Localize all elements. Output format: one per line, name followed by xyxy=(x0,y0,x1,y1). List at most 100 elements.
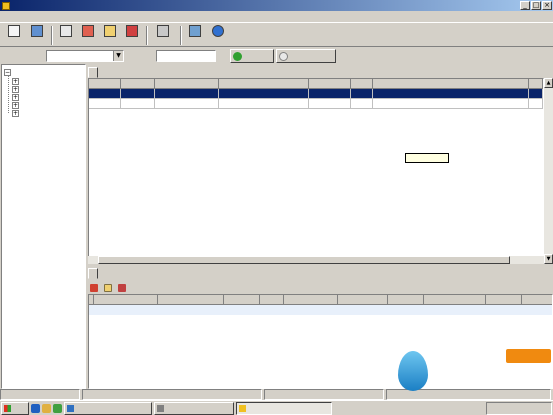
contracts-vertical-scrollbar[interactable]: ▲ ▼ xyxy=(544,78,553,264)
summary-query-button[interactable] xyxy=(276,49,336,63)
expand-icon[interactable]: + xyxy=(12,94,19,101)
add-icon xyxy=(90,283,98,292)
column-header[interactable] xyxy=(529,79,543,89)
toolbar-button-new[interactable] xyxy=(3,24,25,47)
toolbar-button-edit[interactable] xyxy=(99,24,121,47)
table-row[interactable] xyxy=(89,305,552,315)
column-header[interactable] xyxy=(224,295,260,305)
column-header[interactable] xyxy=(522,295,552,305)
column-header[interactable] xyxy=(158,295,224,305)
expand-icon[interactable]: + xyxy=(12,102,19,109)
payment-delete-button[interactable] xyxy=(118,283,128,292)
tree-item-2[interactable]: + xyxy=(12,85,21,93)
close-button[interactable]: × xyxy=(542,1,552,10)
cell-contract-name xyxy=(219,89,309,99)
expand-icon[interactable]: + xyxy=(12,86,19,93)
scroll-up-icon[interactable]: ▲ xyxy=(544,78,553,88)
cell-amount xyxy=(309,89,351,99)
toolbar-button-summary[interactable] xyxy=(184,24,206,47)
tree-item-3[interactable]: + xyxy=(12,93,21,101)
go-icon xyxy=(233,52,242,61)
folder-icon[interactable] xyxy=(42,403,51,413)
table-row[interactable] xyxy=(89,89,543,99)
query-icon xyxy=(82,25,94,37)
scroll-down-icon[interactable]: ▼ xyxy=(544,254,553,264)
cell-contract-id xyxy=(155,89,219,99)
toolbar-button-browse[interactable] xyxy=(26,24,48,47)
system-tray xyxy=(486,402,552,415)
table-row[interactable] xyxy=(89,99,543,109)
tree-item-4[interactable]: + xyxy=(12,101,21,109)
search-icon xyxy=(279,52,288,61)
taskbar-button[interactable] xyxy=(154,401,234,415)
column-header[interactable] xyxy=(219,79,309,89)
collapse-icon[interactable]: − xyxy=(4,69,11,76)
column-header[interactable] xyxy=(351,79,373,89)
category-tree: − + + + + + xyxy=(1,64,86,389)
column-header[interactable] xyxy=(121,79,155,89)
maximize-button[interactable]: □ xyxy=(531,1,541,10)
windows-logo-icon xyxy=(4,404,11,412)
contracts-grid-header xyxy=(89,79,543,89)
taskbar-button[interactable] xyxy=(64,401,152,415)
toolbar-separator xyxy=(180,26,182,45)
edit-icon xyxy=(104,25,116,37)
minimize-button[interactable]: _ xyxy=(520,1,530,10)
search-bar: ▼ xyxy=(0,47,553,64)
column-header[interactable] xyxy=(486,295,522,305)
contracts-grid xyxy=(88,78,544,264)
column-header[interactable] xyxy=(260,295,284,305)
summary-icon xyxy=(189,25,201,37)
column-header[interactable] xyxy=(309,79,351,89)
cell-index xyxy=(89,99,121,109)
payment-edit-button[interactable] xyxy=(104,283,114,292)
cell-type xyxy=(121,89,155,99)
status-database-path xyxy=(82,389,262,400)
tab-payment-records[interactable] xyxy=(88,268,98,279)
column-header[interactable] xyxy=(373,79,529,89)
payment-add-button[interactable] xyxy=(90,283,100,292)
column-header[interactable] xyxy=(89,79,121,89)
chevron-down-icon: ▼ xyxy=(113,51,123,61)
taskbar-button[interactable] xyxy=(236,401,332,415)
cell-status xyxy=(351,89,373,99)
title-bar: _ □ × xyxy=(0,0,553,11)
toolbar-separator xyxy=(51,26,53,45)
query-button[interactable] xyxy=(230,49,274,63)
cell-status xyxy=(351,99,373,109)
search-field-select[interactable]: ▼ xyxy=(46,50,124,62)
tree-item-1[interactable]: + xyxy=(12,77,21,85)
cell-amount xyxy=(309,99,351,109)
cell-type xyxy=(121,99,155,109)
app-icon xyxy=(67,404,74,412)
toolbar-button-help[interactable] xyxy=(207,24,229,47)
contracts-horizontal-scrollbar[interactable] xyxy=(88,256,544,264)
toolbar-button-add[interactable] xyxy=(55,24,77,47)
column-header[interactable] xyxy=(284,295,338,305)
menu-bar xyxy=(0,11,553,22)
ie-icon[interactable] xyxy=(31,403,40,413)
column-header[interactable] xyxy=(155,79,219,89)
keyword-input[interactable] xyxy=(156,50,216,62)
expand-icon[interactable]: + xyxy=(12,78,19,85)
column-header[interactable] xyxy=(338,295,388,305)
start-button[interactable] xyxy=(1,401,29,415)
new-doc-icon xyxy=(8,25,20,37)
tab-contracts[interactable] xyxy=(88,67,98,78)
scroll-thumb[interactable] xyxy=(98,256,510,264)
toolbar-button-delete[interactable] xyxy=(121,24,143,47)
column-header[interactable] xyxy=(424,295,486,305)
cell-department xyxy=(373,99,529,109)
column-header[interactable] xyxy=(388,295,424,305)
cell-contract-name xyxy=(219,99,309,109)
tree-item-5[interactable]: + xyxy=(12,109,21,117)
cell-owner xyxy=(529,89,543,99)
toolbar-button-print[interactable] xyxy=(150,24,176,47)
toolbar-button-query[interactable] xyxy=(77,24,99,47)
add-icon xyxy=(60,25,72,37)
desktop-icon[interactable] xyxy=(53,403,62,413)
column-header[interactable] xyxy=(94,295,158,305)
delete-icon xyxy=(126,25,138,37)
tree-root[interactable]: − xyxy=(4,68,13,76)
expand-icon[interactable]: + xyxy=(12,110,19,117)
